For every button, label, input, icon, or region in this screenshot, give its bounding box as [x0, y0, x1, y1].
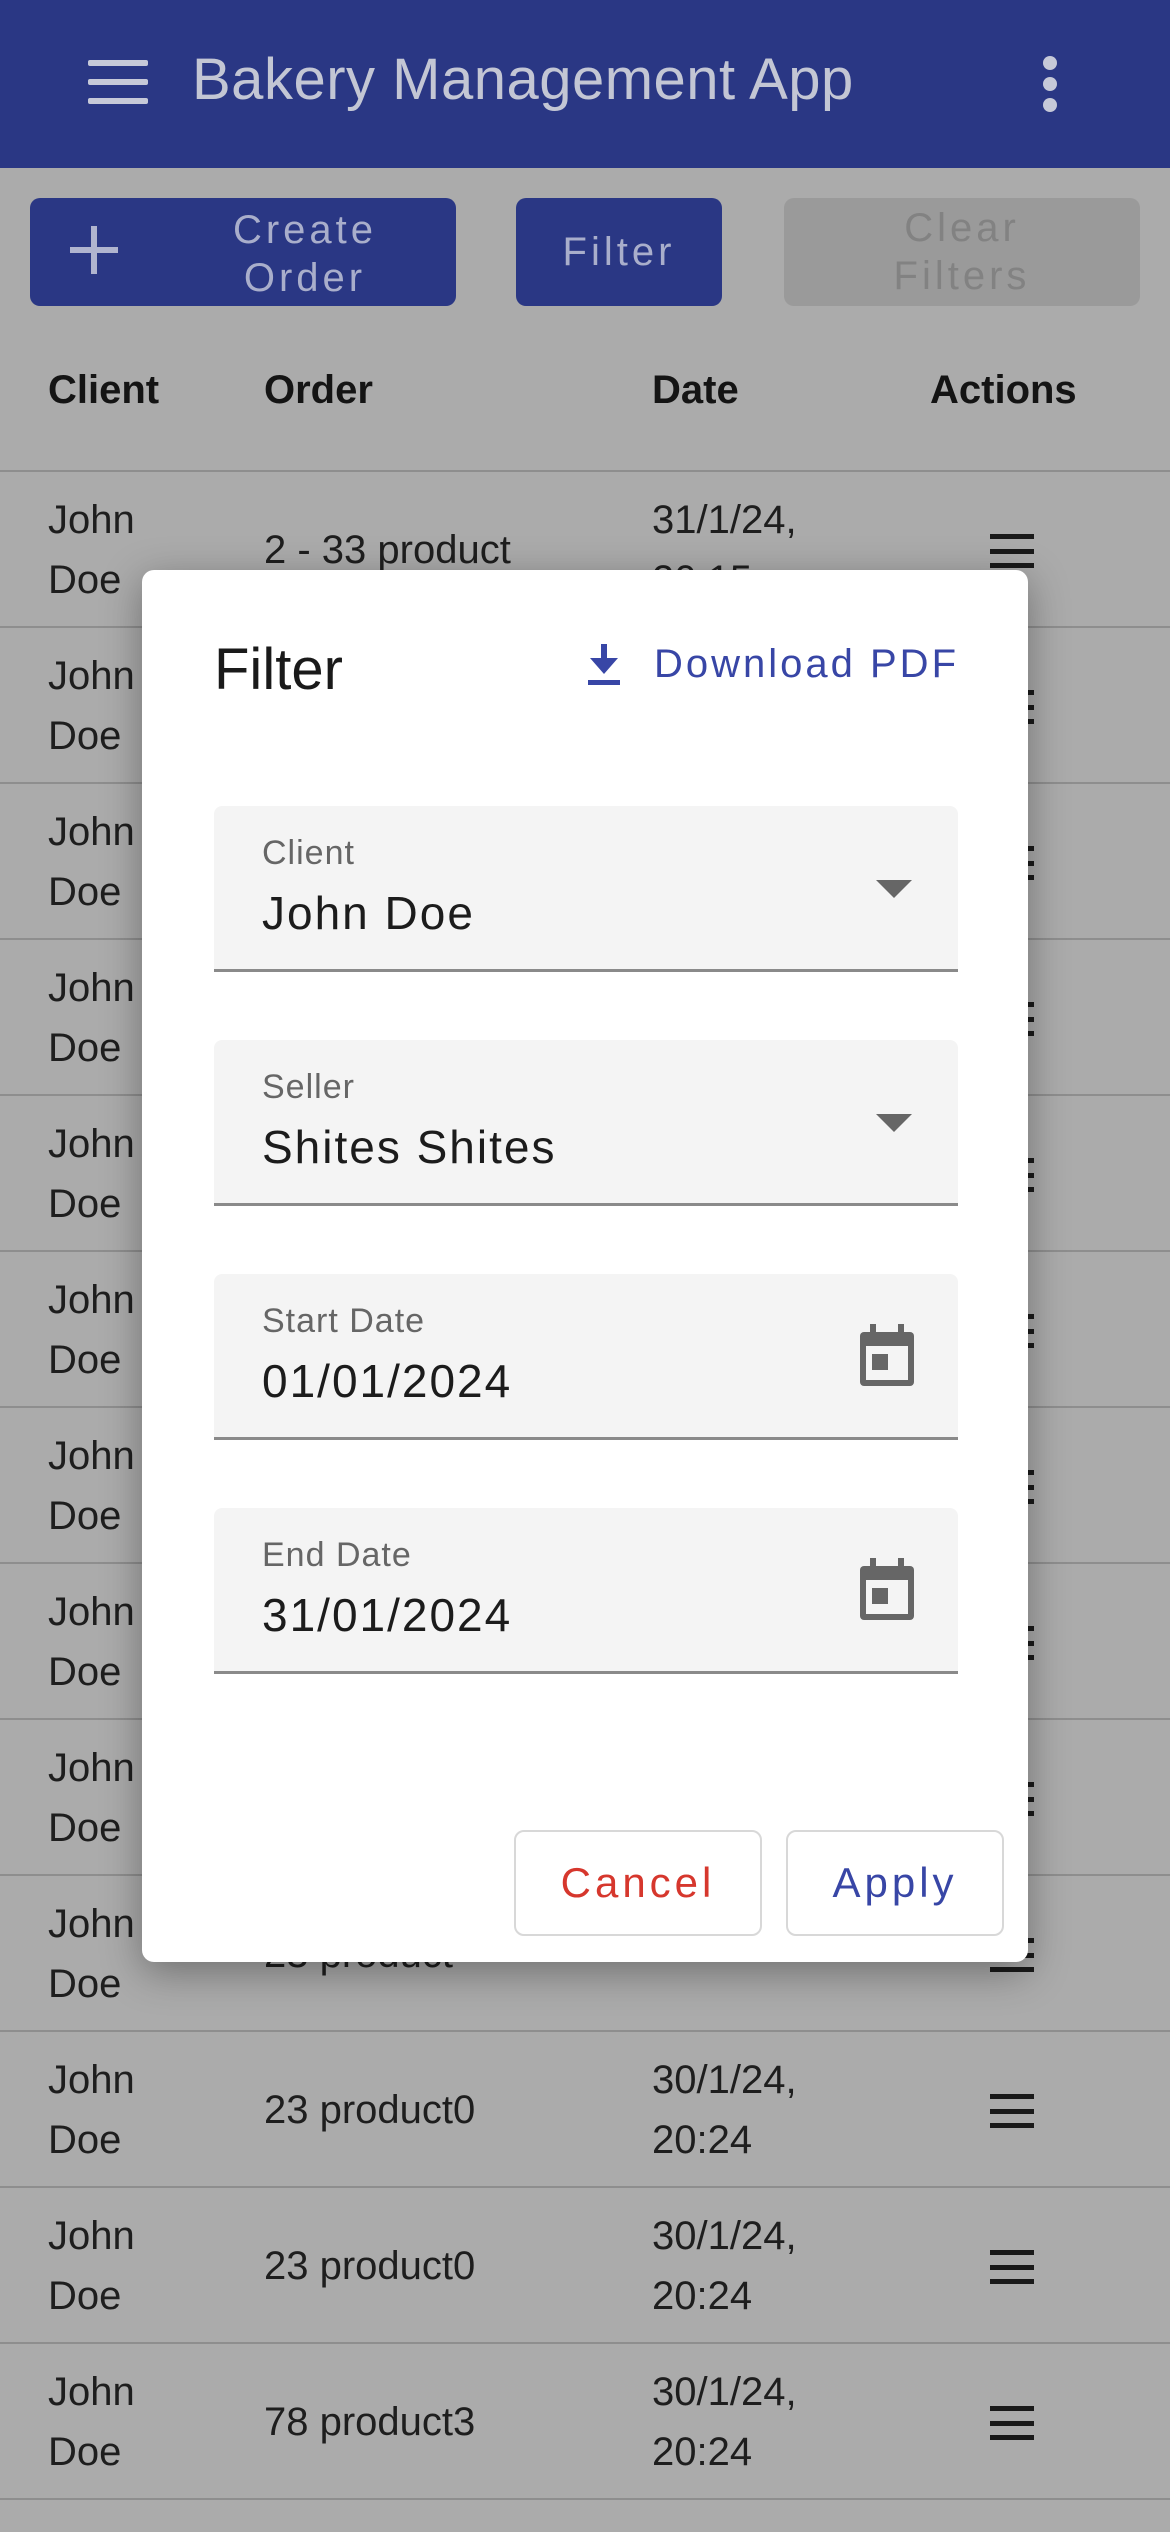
order-cell: 23 product0	[264, 2088, 476, 2132]
dialog-title: Filter	[214, 637, 343, 702]
more-options-icon[interactable]	[1040, 56, 1060, 112]
dropdown-arrow-icon	[876, 1114, 912, 1132]
order-cell: 78 product3	[264, 2400, 476, 2444]
apply-button[interactable]: Apply	[786, 1830, 1004, 1936]
client-cell: John Doe	[48, 2058, 135, 2162]
filter-button[interactable]: Filter	[516, 198, 722, 306]
client-cell: John Doe	[48, 2370, 135, 2474]
calendar-icon[interactable]	[858, 1324, 916, 1388]
header-client: Client	[48, 368, 160, 412]
create-order-button[interactable]: Create Order	[30, 198, 456, 306]
client-select[interactable]: Client John Doe	[214, 806, 958, 972]
table-row: John Doe 23 product0 30/1/24, 20:24	[0, 2032, 1170, 2188]
app-bar: Bakery Management App	[0, 0, 1170, 168]
end-date-field[interactable]: End Date 31/01/2024	[214, 1508, 958, 1674]
table-header: Client Order Date Actions	[0, 340, 1170, 472]
start-date-field[interactable]: Start Date 01/01/2024	[214, 1274, 958, 1440]
menu-icon[interactable]	[88, 60, 148, 104]
download-pdf-button[interactable]: Download PDF	[584, 634, 959, 694]
client-cell: John Doe	[48, 2214, 135, 2318]
row-actions-menu-icon[interactable]	[990, 534, 1034, 568]
header-actions: Actions	[930, 368, 1077, 412]
download-icon	[588, 644, 620, 685]
row-actions-menu-icon[interactable]	[990, 2094, 1034, 2128]
dropdown-arrow-icon	[876, 880, 912, 898]
client-label: Client	[262, 834, 355, 872]
seller-value: Shites Shites	[262, 1121, 557, 1173]
seller-select[interactable]: Seller Shites Shites	[214, 1040, 958, 1206]
filter-dialog: Filter Download PDF Client John Doe Sell…	[142, 570, 1028, 1962]
row-actions-menu-icon[interactable]	[990, 2250, 1034, 2284]
clear-filters-button[interactable]: Clear Filters	[784, 198, 1140, 306]
header-order: Order	[264, 368, 373, 412]
order-cell: 23 product0	[264, 2244, 476, 2288]
end-date-value: 31/01/2024	[262, 1589, 513, 1641]
date-cell: 30/1/24, 20:24	[652, 2214, 797, 2318]
plus-icon	[66, 222, 122, 278]
client-value: John Doe	[262, 887, 475, 939]
app-title: Bakery Management App	[192, 47, 854, 112]
seller-label: Seller	[262, 1068, 355, 1106]
date-cell: 30/1/24, 20:24	[652, 2370, 797, 2474]
create-order-label: Create Order	[232, 208, 378, 300]
start-date-label: Start Date	[262, 1302, 426, 1340]
start-date-value: 01/01/2024	[262, 1355, 513, 1407]
row-actions-menu-icon[interactable]	[990, 2406, 1034, 2440]
end-date-label: End Date	[262, 1536, 412, 1574]
table-row: John Doe 23 product0 30/1/24, 20:24	[0, 2188, 1170, 2344]
date-cell: 30/1/24, 20:24	[652, 2058, 797, 2162]
calendar-icon[interactable]	[858, 1558, 916, 1622]
table-row: John Doe 78 product3 30/1/24, 20:24	[0, 2344, 1170, 2500]
download-pdf-label: Download PDF	[654, 641, 960, 686]
cancel-button[interactable]: Cancel	[514, 1830, 762, 1936]
header-date: Date	[652, 368, 739, 412]
